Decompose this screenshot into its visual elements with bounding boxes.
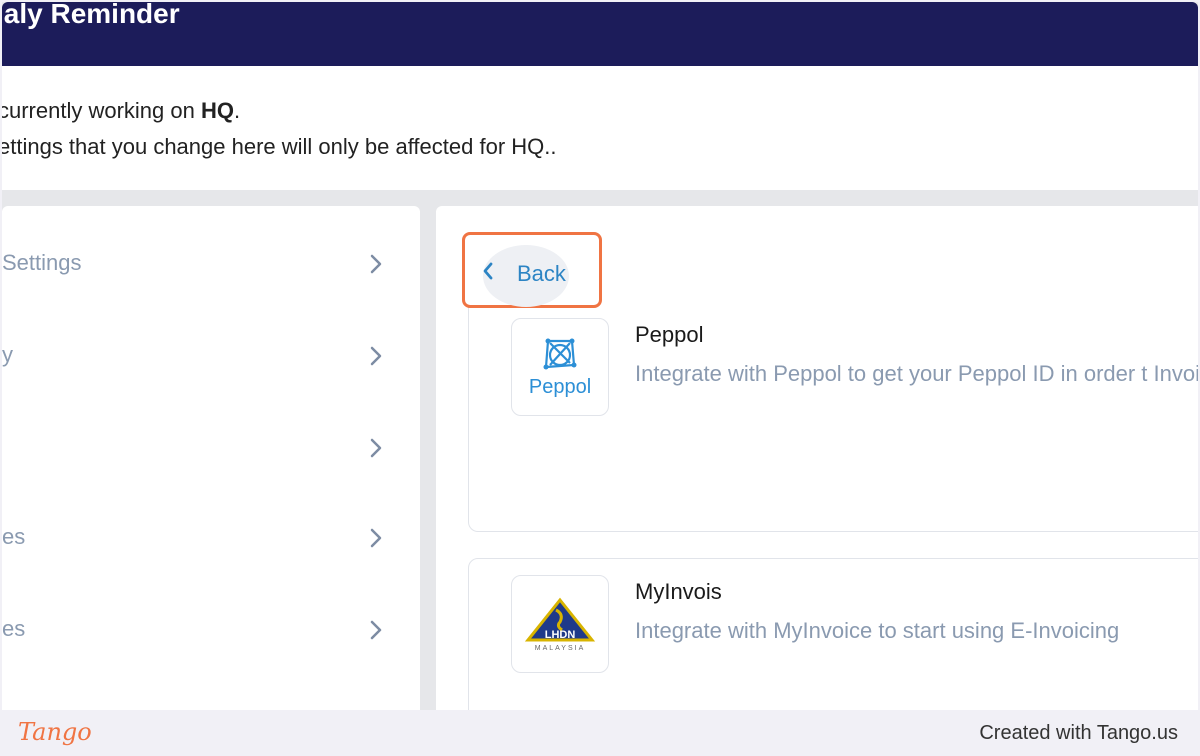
settings-sidebar: Settings y es es <box>2 206 420 710</box>
sidebar-item-label: es <box>2 524 26 549</box>
integration-description: Integrate with MyInvoice to start using … <box>635 618 1120 643</box>
back-button[interactable]: Back <box>462 232 602 308</box>
page-title: ialy Reminder <box>2 2 180 29</box>
chevron-right-icon <box>370 346 382 366</box>
sidebar-item-settings[interactable]: Settings <box>2 234 420 294</box>
integration-title: MyInvois <box>635 579 722 604</box>
sidebar-item-label: es <box>2 616 26 641</box>
lhdn-logo: LHDN MALAYSIA <box>511 575 609 673</box>
back-button-label: Back <box>517 261 566 286</box>
outlet-notice: currently working on HQ. ettings that yo… <box>2 66 1198 190</box>
peppol-logo: Peppol <box>511 318 609 416</box>
app-frame: ialy Reminder currently working on HQ. e… <box>2 2 1198 710</box>
lhdn-emblem-icon: LHDN MALAYSIA <box>524 597 596 652</box>
integration-panel: Peppol Peppol Integrate with Peppol to g… <box>436 206 1198 710</box>
page-header: ialy Reminder <box>2 2 1198 66</box>
integration-title: Peppol <box>635 322 704 347</box>
svg-text:MALAYSIA: MALAYSIA <box>535 645 586 652</box>
sidebar-item-2[interactable]: y <box>2 326 420 386</box>
sidebar-item-label: y <box>2 342 13 367</box>
outlet-name: HQ <box>200 98 234 123</box>
sidebar-item-label: Settings <box>2 250 82 275</box>
tango-footer: Tango Created with Tango.us <box>0 710 1200 756</box>
chevron-right-icon <box>370 620 382 640</box>
sidebar-item-3[interactable] <box>2 418 420 478</box>
integration-description: Integrate with Peppol to get your Peppol… <box>635 361 1198 386</box>
sidebar-item-5[interactable]: es <box>2 600 420 660</box>
sidebar-item-4[interactable]: es <box>2 508 420 568</box>
chevron-right-icon <box>370 528 382 548</box>
tango-credit: Created with Tango.us <box>979 722 1178 744</box>
svg-text:Peppol: Peppol <box>529 376 591 398</box>
peppol-globe-icon: Peppol <box>529 338 591 398</box>
chevron-right-icon <box>370 438 382 458</box>
chevron-left-icon <box>483 262 493 280</box>
tango-logo: Tango <box>18 718 92 746</box>
notice-line-1: currently working on HQ. <box>2 98 241 123</box>
notice-line-2: ettings that you change here will only b… <box>2 134 557 159</box>
integration-card-myinvois[interactable]: LHDN MALAYSIA MyInvois Integrate with My… <box>468 558 1198 710</box>
integration-card-peppol[interactable]: Peppol Peppol Integrate with Peppol to g… <box>468 302 1198 532</box>
chevron-right-icon <box>370 254 382 274</box>
svg-text:LHDN: LHDN <box>545 629 576 641</box>
